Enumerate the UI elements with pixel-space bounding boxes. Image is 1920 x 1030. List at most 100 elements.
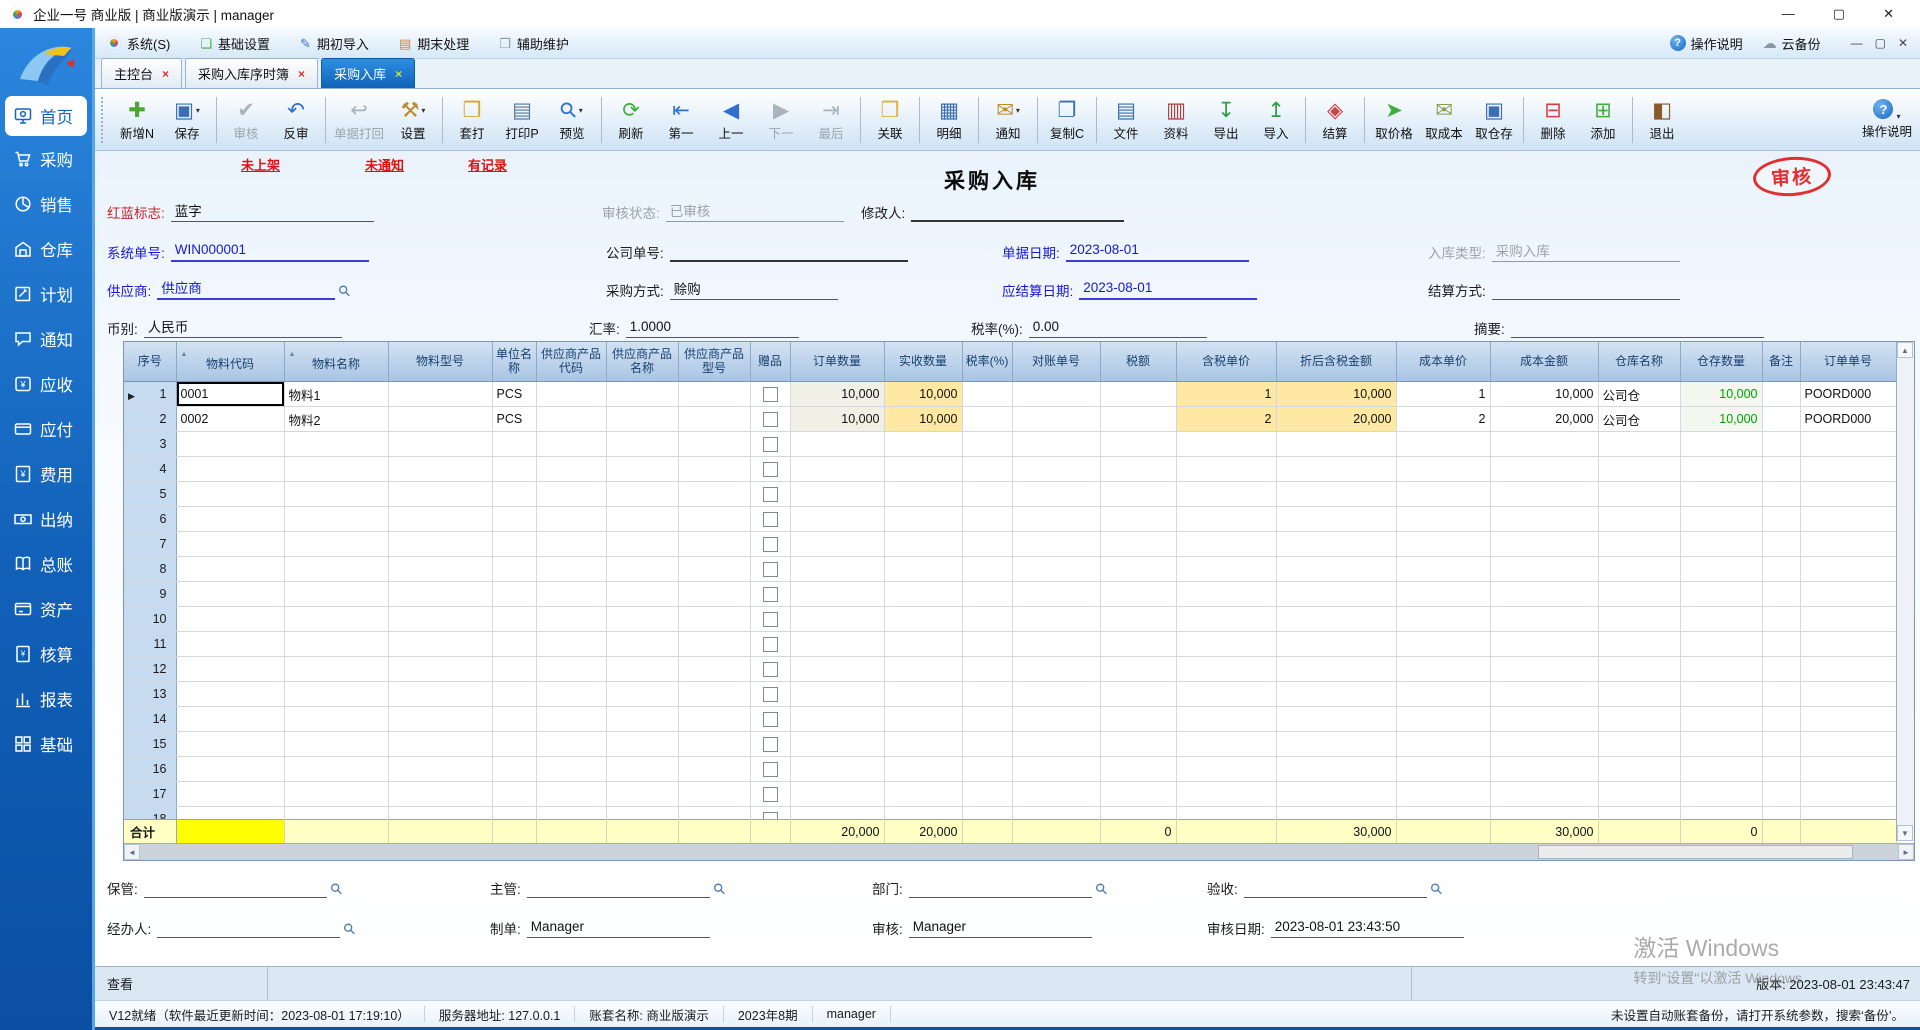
column-header-order_qty[interactable]: 订单数量 — [790, 342, 884, 382]
cell-stock-1[interactable]: 10,000 — [1680, 382, 1762, 407]
gift-checkbox[interactable] — [763, 737, 778, 752]
cell-order_no-2[interactable]: POORD000 — [1800, 407, 1896, 432]
column-header-rowhead[interactable]: 序号 — [124, 342, 176, 382]
cell-sup_model-14[interactable] — [678, 707, 750, 732]
cell-sup_code-18[interactable] — [536, 807, 606, 820]
cell-note-13[interactable] — [1762, 682, 1800, 707]
cell-note-5[interactable] — [1762, 482, 1800, 507]
cell-wh-12[interactable] — [1598, 657, 1680, 682]
cell-note-9[interactable] — [1762, 582, 1800, 607]
cell-recv_qty-10[interactable] — [884, 607, 962, 632]
grid-horizontal-scrollbar[interactable]: ◄ ► — [124, 843, 1914, 860]
cell-code-2[interactable]: 0002 — [176, 407, 284, 432]
toolbar-button-link[interactable]: ❒关联 — [865, 96, 915, 143]
cell-price-1[interactable]: 1 — [1176, 382, 1276, 407]
cell-order_qty-3[interactable] — [790, 432, 884, 457]
cell-bill_no-10[interactable] — [1012, 607, 1100, 632]
field-company-no-value[interactable] — [670, 242, 908, 262]
cell-cost_amount-10[interactable] — [1490, 607, 1598, 632]
cell-code-15[interactable] — [176, 732, 284, 757]
cell-unit-10[interactable] — [492, 607, 536, 632]
column-header-stock[interactable]: 仓存数量 — [1680, 342, 1762, 382]
toolbar-button-first[interactable]: ⇤第一 — [656, 96, 706, 143]
cell-order_qty-12[interactable] — [790, 657, 884, 682]
cell-tax-4[interactable] — [1100, 457, 1176, 482]
cell-gift-16[interactable] — [750, 757, 790, 782]
cell-wh-18[interactable] — [1598, 807, 1680, 820]
cell-recv_qty-4[interactable] — [884, 457, 962, 482]
cell-sup_name-16[interactable] — [606, 757, 678, 782]
cell-stock-7[interactable] — [1680, 532, 1762, 557]
cell-tax_rate-15[interactable] — [962, 732, 1012, 757]
flag-link-0[interactable]: 未上架 — [241, 155, 280, 174]
cell-order_qty-15[interactable] — [790, 732, 884, 757]
menu-period-end[interactable]: ▤期末处理 — [399, 34, 469, 53]
cell-model-5[interactable] — [388, 482, 492, 507]
scroll-up-icon[interactable]: ▲ — [1897, 342, 1913, 358]
cell-name-16[interactable] — [284, 757, 388, 782]
cell-note-3[interactable] — [1762, 432, 1800, 457]
cell-name-15[interactable] — [284, 732, 388, 757]
cell-sup_name-4[interactable] — [606, 457, 678, 482]
row-header-7[interactable]: 7 — [124, 532, 176, 557]
toolbar-button-exit[interactable]: ◧退出 — [1637, 96, 1687, 143]
cell-sup_code-13[interactable] — [536, 682, 606, 707]
cell-note-7[interactable] — [1762, 532, 1800, 557]
gift-checkbox[interactable] — [763, 637, 778, 652]
cell-order_no-5[interactable] — [1800, 482, 1896, 507]
gift-checkbox[interactable] — [763, 612, 778, 627]
cell-wh-4[interactable] — [1598, 457, 1680, 482]
cell-price-9[interactable] — [1176, 582, 1276, 607]
cell-recv_qty-13[interactable] — [884, 682, 962, 707]
field-supplier-value[interactable]: 供应商 — [157, 277, 335, 300]
cell-recv_qty-7[interactable] — [884, 532, 962, 557]
cell-name-12[interactable] — [284, 657, 388, 682]
tab-purchase-inbound[interactable]: 采购入库× — [321, 58, 415, 88]
gift-checkbox[interactable] — [763, 812, 778, 819]
menu-system[interactable]: 系统(S) — [107, 34, 170, 53]
cell-note-10[interactable] — [1762, 607, 1800, 632]
row-header-18[interactable]: 18 — [124, 807, 176, 820]
toolbar-button-reject[interactable]: ↩单据打回 — [330, 96, 388, 143]
toolbar-button-data[interactable]: ▥资料 — [1151, 96, 1201, 143]
minimize-button[interactable]: — — [1782, 6, 1795, 22]
toolbar-button-save[interactable]: ▣▾保存 — [162, 96, 212, 143]
cell-sup_model-6[interactable] — [678, 507, 750, 532]
cell-code-18[interactable] — [176, 807, 284, 820]
cell-code-4[interactable] — [176, 457, 284, 482]
cell-stock-9[interactable] — [1680, 582, 1762, 607]
cell-price-10[interactable] — [1176, 607, 1276, 632]
cell-sup_code-10[interactable] — [536, 607, 606, 632]
cell-gift-13[interactable] — [750, 682, 790, 707]
cell-tax_rate-13[interactable] — [962, 682, 1012, 707]
cell-wh-14[interactable] — [1598, 707, 1680, 732]
cell-tax_rate-11[interactable] — [962, 632, 1012, 657]
cell-model-9[interactable] — [388, 582, 492, 607]
column-header-cost_price[interactable]: 成本单价 — [1396, 342, 1490, 382]
cell-cost_price-15[interactable] — [1396, 732, 1490, 757]
cell-model-8[interactable] — [388, 557, 492, 582]
cell-tax-16[interactable] — [1100, 757, 1176, 782]
cell-bill_no-16[interactable] — [1012, 757, 1100, 782]
cell-cost_price-5[interactable] — [1396, 482, 1490, 507]
cell-code-8[interactable] — [176, 557, 284, 582]
cell-tax_rate-12[interactable] — [962, 657, 1012, 682]
sidebar-item-warehouse[interactable]: 仓库 — [0, 226, 92, 271]
column-header-tax_rate[interactable]: 税率(%) — [962, 342, 1012, 382]
cell-tax_rate-3[interactable] — [962, 432, 1012, 457]
row-header-12[interactable]: 12 — [124, 657, 176, 682]
tab-close-icon[interactable]: × — [395, 67, 402, 81]
cell-order_no-1[interactable]: POORD000 — [1800, 382, 1896, 407]
column-header-model[interactable]: 物料型号 — [388, 342, 492, 382]
cell-code-12[interactable] — [176, 657, 284, 682]
menu-help[interactable]: ? 操作说明 — [1670, 34, 1743, 53]
cell-cost_amount-17[interactable] — [1490, 782, 1598, 807]
cell-order_qty-2[interactable]: 10,000 — [790, 407, 884, 432]
cell-sup_name-3[interactable] — [606, 432, 678, 457]
cell-order_no-6[interactable] — [1800, 507, 1896, 532]
cell-unit-1[interactable]: PCS — [492, 382, 536, 407]
mdi-close-button[interactable]: ✕ — [1898, 36, 1908, 50]
cell-code-16[interactable] — [176, 757, 284, 782]
cell-order_qty-9[interactable] — [790, 582, 884, 607]
cell-code-10[interactable] — [176, 607, 284, 632]
